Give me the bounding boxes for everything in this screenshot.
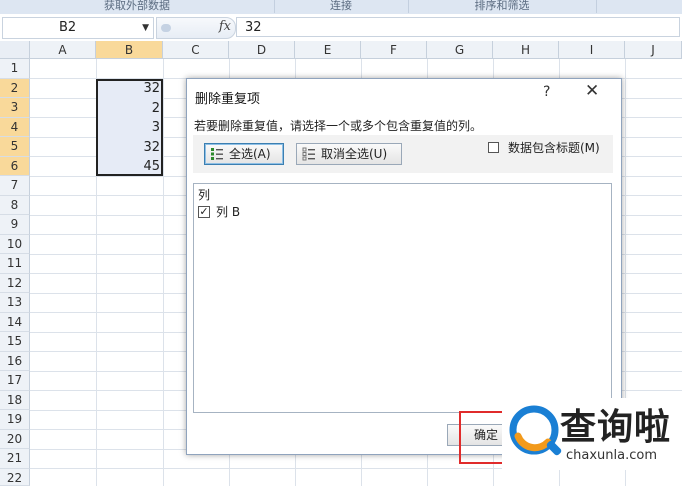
select-all-label: 全选(A) — [229, 147, 271, 161]
magnifier-logo-icon — [509, 405, 562, 456]
chevron-down-icon[interactable]: ▼ — [142, 18, 149, 38]
cell-b5[interactable]: 32 — [96, 138, 160, 157]
row-header-13[interactable]: 13 — [0, 293, 30, 313]
watermark: 查询啦 chaxunla.com — [502, 398, 682, 470]
dialog-instruction: 若要删除重复值，请选择一个或多个包含重复值的列。 — [194, 119, 483, 133]
dialog-title: 删除重复项 — [195, 92, 261, 107]
row-header-11[interactable]: 11 — [0, 254, 30, 274]
columns-list[interactable]: 列 ✓ 列 B — [193, 183, 612, 413]
row-header-17[interactable]: 17 — [0, 371, 30, 391]
row-header-7[interactable]: 7 — [0, 176, 30, 196]
close-icon[interactable]: ✕ — [585, 81, 599, 101]
resize-grip-icon[interactable] — [161, 24, 171, 32]
formula-bar: B2 ▼ fx 32 — [0, 14, 682, 42]
row-header-22[interactable]: 22 — [0, 468, 30, 486]
row-header-16[interactable]: 16 — [0, 351, 30, 371]
row-header-21[interactable]: 21 — [0, 449, 30, 469]
row-header-9[interactable]: 9 — [0, 215, 30, 235]
select-all-corner[interactable] — [0, 41, 30, 59]
row-header-2[interactable]: 2 — [0, 78, 30, 98]
insert-function-icon[interactable]: fx — [219, 19, 231, 34]
row-header-3[interactable]: 3 — [0, 98, 30, 118]
cell-b2[interactable]: 32 — [96, 79, 160, 98]
select-all-button[interactable]: 全选(A) — [204, 143, 284, 165]
header-checkbox-label[interactable]: 数据包含标题(M) — [508, 139, 600, 156]
ribbon-group-connections: 连接 — [274, 0, 409, 13]
row-header-5[interactable]: 5 — [0, 137, 30, 157]
row-header-1[interactable]: 1 — [0, 59, 30, 79]
column-header-c[interactable]: C — [163, 41, 229, 59]
row-header-15[interactable]: 15 — [0, 332, 30, 352]
watermark-url: chaxunla.com — [566, 448, 657, 463]
row-header-4[interactable]: 4 — [0, 117, 30, 137]
unselect-all-button[interactable]: 取消全选(U) — [296, 143, 402, 165]
column-b-checkbox[interactable]: ✓ — [198, 206, 210, 218]
formula-input[interactable]: 32 — [236, 17, 680, 37]
name-box-value: B2 — [59, 20, 77, 35]
row-header-18[interactable]: 18 — [0, 390, 30, 410]
column-header-a[interactable]: A — [30, 41, 96, 59]
columns-list-header: 列 — [198, 188, 211, 202]
unselect-all-icon — [302, 147, 315, 161]
row-header-14[interactable]: 14 — [0, 312, 30, 332]
ribbon-group-sort-filter: 排序和筛选 — [408, 0, 597, 13]
cell-b4[interactable]: 3 — [96, 118, 160, 137]
column-header-b[interactable]: B — [96, 41, 163, 59]
select-all-icon — [211, 148, 223, 160]
column-header-j[interactable]: J — [625, 41, 682, 59]
row-header-12[interactable]: 12 — [0, 273, 30, 293]
column-header-i[interactable]: I — [559, 41, 625, 59]
column-header-g[interactable]: G — [427, 41, 493, 59]
ribbon-group-external-data: 获取外部数据 — [0, 0, 275, 13]
column-header-f[interactable]: F — [361, 41, 427, 59]
cell-b6[interactable]: 45 — [96, 157, 160, 176]
name-box[interactable]: B2 ▼ — [2, 17, 154, 39]
column-header-d[interactable]: D — [229, 41, 295, 59]
row-header-20[interactable]: 20 — [0, 429, 30, 449]
ribbon-strip: 获取外部数据 连接 排序和筛选 — [0, 0, 682, 15]
help-icon[interactable]: ? — [543, 84, 550, 100]
row-header-10[interactable]: 10 — [0, 234, 30, 254]
formula-bar-controls: fx — [156, 17, 236, 39]
row-header-8[interactable]: 8 — [0, 195, 30, 215]
column-header-h[interactable]: H — [493, 41, 559, 59]
column-b-label[interactable]: 列 B — [216, 203, 240, 220]
header-checkbox[interactable] — [488, 142, 499, 153]
cell-b3[interactable]: 2 — [96, 99, 160, 118]
row-header-6[interactable]: 6 — [0, 156, 30, 176]
unselect-all-label: 取消全选(U) — [321, 147, 388, 161]
watermark-brand: 查询啦 — [560, 407, 672, 448]
row-header-19[interactable]: 19 — [0, 410, 30, 430]
column-header-e[interactable]: E — [295, 41, 361, 59]
